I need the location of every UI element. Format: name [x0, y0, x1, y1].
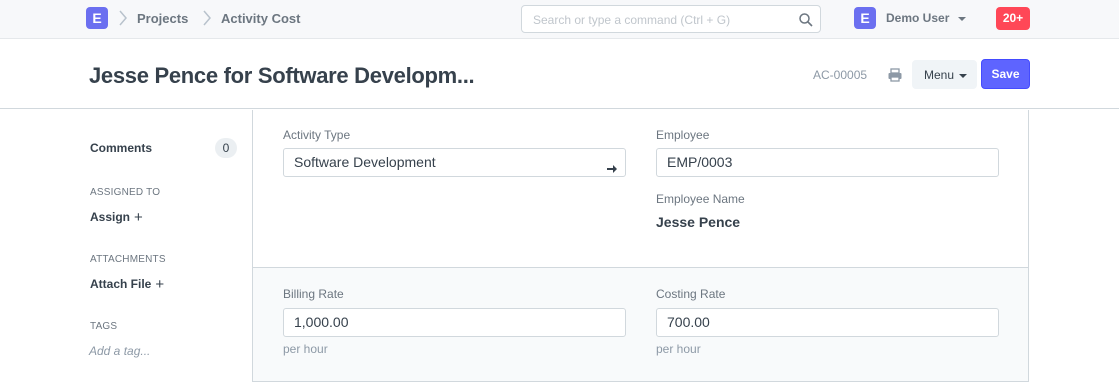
- assign-label: Assign: [90, 210, 131, 224]
- billing-rate-help: per hour: [283, 342, 328, 356]
- employee-name-value: Jesse Pence: [656, 214, 741, 230]
- notification-badge[interactable]: 20+: [996, 7, 1030, 30]
- plus-icon: +: [155, 276, 165, 293]
- app-logo[interactable]: E: [86, 7, 108, 29]
- assigned-to-label: ASSIGNED TO: [90, 187, 161, 198]
- costing-rate-value: 700.00: [667, 314, 710, 330]
- billing-rate-label: Billing Rate: [283, 287, 344, 301]
- search-placeholder: Search or type a command (Ctrl + G): [533, 13, 731, 27]
- employee-field[interactable]: EMP/0003: [656, 148, 999, 177]
- sidebar-comments[interactable]: Comments: [90, 141, 152, 155]
- save-button[interactable]: Save: [981, 59, 1030, 89]
- caret-down-icon: [959, 74, 967, 78]
- page-title: Jesse Pence for Software Developm...: [89, 63, 475, 88]
- activity-type-field[interactable]: Software Development: [283, 148, 626, 177]
- employee-name-label: Employee Name: [656, 192, 745, 206]
- attach-file-label: Attach File: [90, 277, 152, 291]
- costing-rate-label: Costing Rate: [656, 287, 726, 301]
- add-tag-input[interactable]: Add a tag...: [89, 344, 150, 358]
- doc-id: AC-00005: [813, 68, 868, 82]
- menu-button[interactable]: Menu: [912, 60, 977, 89]
- breadcrumb-projects[interactable]: Projects: [137, 11, 188, 26]
- breadcrumb-activity-cost[interactable]: Activity Cost: [221, 11, 300, 26]
- employee-value: EMP/0003: [667, 154, 733, 170]
- arrow-right-icon[interactable]: [606, 157, 618, 173]
- comment-count-badge: 0: [215, 138, 237, 158]
- plus-icon: +: [134, 209, 143, 226]
- billing-rate-value: 1,000.00: [294, 314, 349, 330]
- user-menu[interactable]: Demo User: [886, 11, 949, 25]
- caret-down-icon: [958, 17, 966, 21]
- menu-label: Menu: [924, 68, 955, 82]
- page-head: Jesse Pence for Software Developm... AC-…: [0, 40, 1119, 109]
- search-input[interactable]: Search or type a command (Ctrl + G): [521, 5, 821, 33]
- search-icon: [798, 12, 814, 28]
- attachments-label: ATTACHMENTS: [90, 254, 166, 265]
- print-icon[interactable]: [887, 67, 903, 83]
- tags-label: TAGS: [90, 321, 118, 332]
- form-body: Activity Type Software Development Emplo…: [252, 110, 1029, 382]
- attach-file-button[interactable]: Attach File +: [90, 275, 165, 293]
- rates-section: Billing Rate 1,000.00 per hour Costing R…: [253, 267, 1028, 381]
- billing-rate-field[interactable]: 1,000.00: [283, 308, 626, 337]
- costing-rate-help: per hour: [656, 342, 701, 356]
- chevron-right-icon: [118, 9, 128, 27]
- employee-label: Employee: [656, 128, 710, 142]
- activity-type-label: Activity Type: [283, 128, 351, 142]
- navbar: E Projects Activity Cost Search or type …: [0, 0, 1119, 39]
- costing-rate-field[interactable]: 700.00: [656, 308, 999, 337]
- assign-button[interactable]: Assign +: [90, 208, 143, 226]
- chevron-right-icon: [202, 9, 212, 27]
- activity-type-value: Software Development: [294, 154, 436, 170]
- avatar[interactable]: E: [854, 7, 876, 29]
